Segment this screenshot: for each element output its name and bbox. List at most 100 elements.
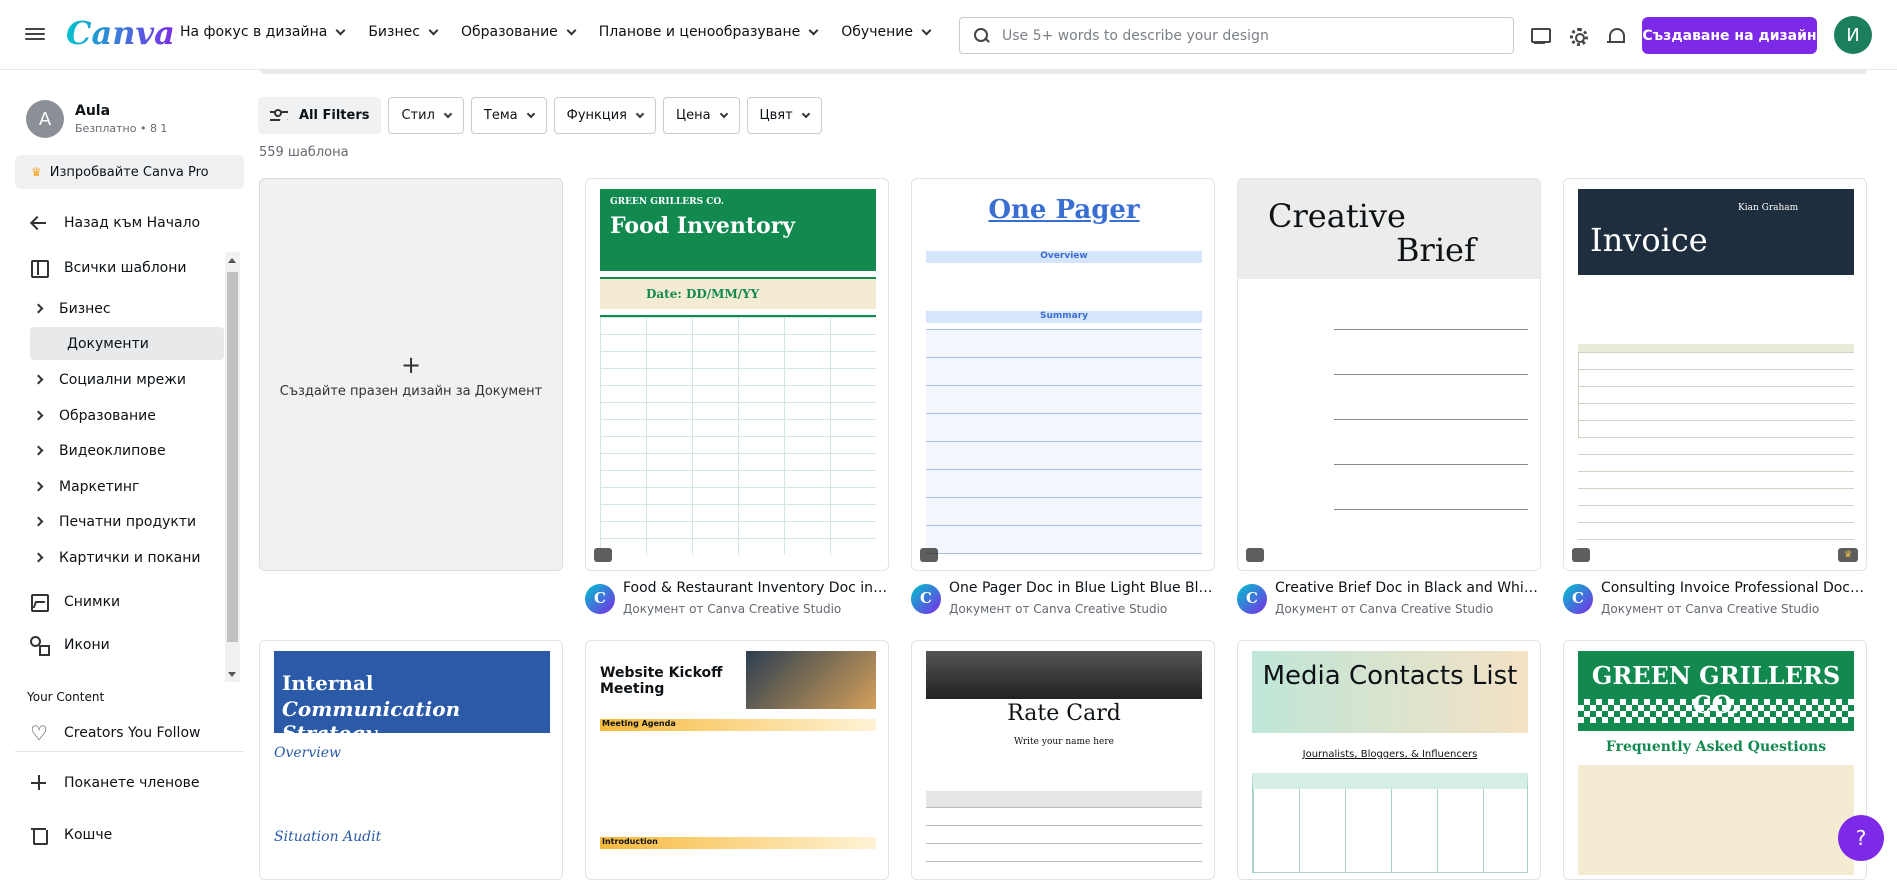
chevron-down-icon — [921, 25, 932, 35]
thumb-illustration — [1578, 765, 1854, 875]
thumb-photo — [926, 651, 1202, 699]
thumb-table — [926, 329, 1202, 554]
tree-item-videos[interactable]: Видеоклипове — [30, 434, 224, 467]
thumb-header: GREEN GRILLERS CO. Food Inventory — [600, 189, 876, 271]
shapes-icon — [30, 636, 50, 656]
menu-icon[interactable] — [25, 25, 45, 45]
template-thumbnail[interactable]: Creative Brief — [1237, 178, 1541, 571]
template-thumbnail[interactable]: Media Contacts List Journalists, Blogger… — [1237, 640, 1541, 880]
invite-members-link[interactable]: Поканете членове — [30, 774, 200, 792]
tree-item-social-media[interactable]: Социални мрежи — [30, 363, 224, 396]
template-thumbnail[interactable]: GREEN GRILLERS CO. Frequently Asked Ques… — [1563, 640, 1867, 880]
filter-color[interactable]: Цвят — [746, 97, 822, 134]
card-meta: Food & Restaurant Inventory Doc in Green… — [585, 580, 889, 616]
trash-icon — [30, 826, 48, 845]
chevron-down-icon — [808, 25, 819, 35]
template-count: 559 шаблона — [259, 145, 349, 160]
create-design-button[interactable]: Създаване на дизайн — [1642, 17, 1817, 54]
create-blank-doc-card[interactable]: + Създайте празен дизайн за Документ — [259, 178, 563, 571]
thumb-header: Media Contacts List — [1252, 651, 1528, 733]
template-thumbnail[interactable]: One Pager Overview Summary — [911, 178, 1215, 571]
chevron-right-icon — [33, 445, 44, 456]
template-thumbnail[interactable]: Website Kickoff Meeting Meeting Agenda I… — [585, 640, 889, 880]
filter-bar: All Filters Стил Тема Функция Цена Цвят — [258, 97, 822, 134]
sidebar-item-photos[interactable]: Снимки — [30, 593, 120, 612]
sidebar-item-all-templates[interactable]: Всички шаблони — [30, 259, 186, 278]
template-thumbnail[interactable]: Rate Card Write your name here — [911, 640, 1215, 880]
nav-business[interactable]: Бизнес — [368, 24, 439, 40]
crown-icon: ♛ — [31, 165, 42, 179]
sidebar-scrollbar[interactable] — [225, 252, 240, 682]
filter-theme[interactable]: Тема — [470, 97, 547, 134]
desktop-app-icon[interactable] — [1530, 26, 1551, 46]
tree-item-education[interactable]: Образование — [30, 399, 224, 432]
scroll-thumb[interactable] — [227, 272, 238, 642]
try-pro-button[interactable]: ♛ Изпробвайте Canva Pro — [15, 155, 244, 189]
document-badge-icon — [1572, 548, 1590, 562]
your-content-label: Your Content — [27, 690, 105, 704]
chevron-right-icon — [33, 481, 44, 492]
sliders-icon — [270, 108, 288, 123]
search-input[interactable] — [1002, 27, 1482, 44]
sidebar-divider — [15, 751, 244, 752]
photo-icon — [30, 593, 49, 612]
account-plan: Безплатно • 8 1 — [75, 122, 168, 135]
chevron-right-icon — [33, 516, 44, 527]
document-badge-icon — [594, 548, 612, 562]
account-switcher[interactable]: A Aula Безплатно • 8 1 — [26, 100, 167, 138]
tree-item-print[interactable]: Печатни продукти — [30, 505, 224, 538]
gear-icon[interactable] — [1568, 26, 1588, 46]
back-home-link[interactable]: Назад към Начало — [30, 214, 200, 232]
card-title[interactable]: One Pager Doc in Blue Light Blue Black S… — [949, 580, 1215, 596]
sidebar: A Aula Безплатно • 8 1 ♛ Изпробвайте Can… — [0, 70, 248, 872]
card-title[interactable]: Food & Restaurant Inventory Doc in Green… — [623, 580, 889, 596]
sidebar-item-trash[interactable]: Кошче — [30, 826, 112, 845]
top-strip — [260, 70, 1867, 74]
filter-price[interactable]: Цена — [662, 97, 740, 134]
canva-creator-icon — [911, 584, 941, 614]
scroll-down-icon[interactable] — [228, 672, 236, 677]
nav-plans-pricing[interactable]: Планове и ценообразуване — [599, 24, 819, 40]
chevron-down-icon — [335, 25, 346, 35]
all-filters-button[interactable]: All Filters — [258, 97, 382, 134]
pro-crown-icon: ♛ — [1838, 548, 1858, 562]
chevron-down-icon — [719, 109, 728, 118]
user-avatar[interactable]: И — [1834, 16, 1872, 54]
tree-item-cards-invitations[interactable]: Картички и покани — [30, 541, 224, 574]
nav-education[interactable]: Образование — [461, 24, 577, 40]
sidebar-item-creators[interactable]: Creators You Follow — [30, 721, 200, 745]
canva-logo[interactable]: Canva — [66, 14, 175, 52]
template-thumbnail[interactable]: GREEN GRILLERS CO. Food Inventory Date: … — [585, 178, 889, 571]
search-bar — [959, 17, 1514, 54]
account-avatar: A — [26, 100, 64, 138]
nav-learn[interactable]: Обучение — [841, 24, 932, 40]
filter-style[interactable]: Стил — [388, 97, 464, 134]
canva-creator-icon — [1237, 584, 1267, 614]
category-tree: Бизнес Документи Социални мрежи Образова… — [30, 292, 224, 692]
plus-icon: + — [400, 350, 422, 379]
tree-item-marketing[interactable]: Маркетинг — [30, 470, 224, 503]
tree-item-documents[interactable]: Документи — [30, 327, 224, 360]
bell-icon[interactable] — [1606, 26, 1626, 46]
thumb-band: Date: DD/MM/YY — [600, 277, 876, 309]
card-author: Документ от Canva Creative Studio — [949, 602, 1168, 616]
canva-creator-icon — [1563, 584, 1593, 614]
chevron-down-icon — [526, 109, 535, 118]
chevron-down-icon — [801, 109, 810, 118]
card-title[interactable]: Creative Brief Doc in Black and White Gr… — [1275, 580, 1541, 596]
filter-function[interactable]: Функция — [553, 97, 656, 134]
document-badge-icon — [1246, 548, 1264, 562]
plus-icon — [30, 774, 48, 792]
arrow-left-icon — [30, 214, 48, 232]
help-button[interactable]: ? — [1838, 815, 1884, 861]
card-title[interactable]: Consulting Invoice Professional Doc in D… — [1601, 580, 1867, 596]
template-thumbnail[interactable]: Invoice Kian Graham ♛ — [1563, 178, 1867, 571]
chevron-down-icon — [428, 25, 439, 35]
search-icon — [974, 27, 990, 44]
nav-design-spotlight[interactable]: На фокус в дизайна — [180, 24, 346, 40]
sidebar-item-icons[interactable]: Икони — [30, 636, 110, 656]
template-thumbnail[interactable]: Internal Communication Strategy Overview… — [259, 640, 563, 880]
document-badge-icon — [920, 548, 938, 562]
tree-item-business[interactable]: Бизнес — [30, 292, 224, 325]
scroll-up-icon[interactable] — [228, 258, 236, 263]
